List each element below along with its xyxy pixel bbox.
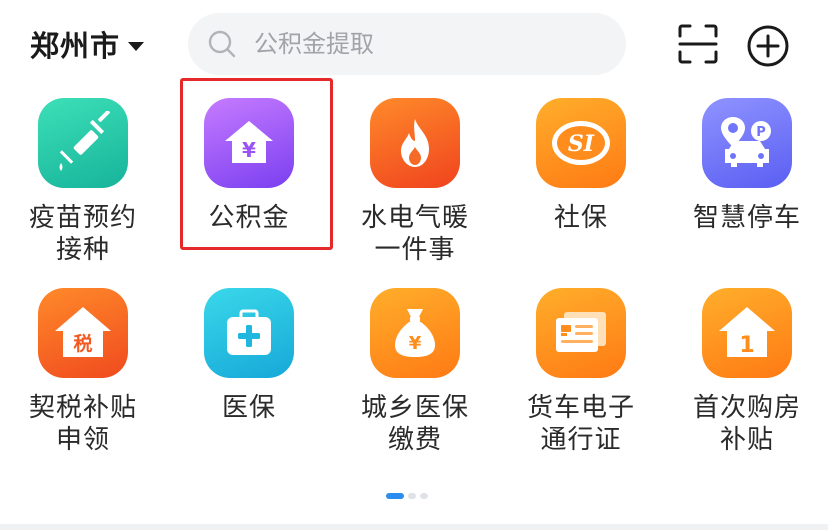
scan-icon[interactable]: [676, 22, 720, 66]
smart-parking-icon: P: [721, 117, 771, 167]
service-label: 医保: [221, 393, 276, 423]
tax-badge-text: 税: [73, 332, 92, 355]
service-tile: P: [702, 98, 792, 188]
city-selector[interactable]: 郑州市: [30, 24, 145, 64]
page-dot-active: [386, 493, 404, 499]
service-tile: [370, 98, 460, 188]
service-label: 契税补贴 申领: [28, 393, 137, 455]
money-bag-icon: ¥: [395, 309, 435, 357]
first-house-badge-text: 1: [739, 333, 754, 358]
social-security-icon: SI: [552, 121, 610, 165]
service-item-first-house-subsidy[interactable]: 1 首次购房 补贴: [664, 280, 828, 470]
page-dot: [408, 493, 416, 499]
service-label: 智慧停车: [692, 203, 801, 233]
city-name: 郑州市: [30, 29, 121, 63]
add-icon[interactable]: [746, 24, 790, 68]
service-item-medical-insurance[interactable]: 医保: [166, 280, 332, 470]
search-input[interactable]: [254, 30, 594, 58]
syringe-icon: [59, 111, 110, 171]
house-yuan-icon: ¥: [225, 121, 273, 163]
service-label: 货车电子 通行证: [526, 393, 635, 455]
parking-badge-text: P: [756, 125, 766, 140]
svg-text:¥: ¥: [409, 333, 422, 354]
service-tile: 1: [702, 288, 792, 378]
medical-kit-icon: [227, 309, 271, 355]
search-icon: [208, 30, 236, 58]
svg-text:¥: ¥: [242, 138, 256, 162]
service-tile: ¥: [204, 98, 294, 188]
service-label: 社保: [553, 203, 608, 233]
service-item-housing-fund[interactable]: ¥ 公积金: [166, 90, 332, 280]
social-security-badge-text: SI: [568, 131, 595, 157]
tax-house-icon: 税: [55, 307, 111, 357]
service-tile: 税: [38, 288, 128, 378]
service-label: 城乡医保 缴费: [360, 393, 469, 455]
page-indicator: [386, 493, 428, 499]
service-item-social-security[interactable]: SI 社保: [498, 90, 664, 280]
service-item-utilities[interactable]: 水电气暖 一件事: [332, 90, 498, 280]
service-label: 疫苗预约 接种: [28, 203, 137, 265]
service-item-truck-pass[interactable]: 货车电子 通行证: [498, 280, 664, 470]
service-item-smart-parking[interactable]: P 智慧停车: [664, 90, 828, 280]
service-label: 公积金: [208, 203, 290, 233]
service-label: 水电气暖 一件事: [360, 203, 469, 265]
divider: [0, 524, 828, 530]
service-item-deed-tax-subsidy[interactable]: 税 契税补贴 申领: [0, 280, 166, 470]
service-tile: [536, 288, 626, 378]
service-tile: ¥: [370, 288, 460, 378]
service-tile: SI: [536, 98, 626, 188]
truck-pass-icon: [556, 312, 606, 352]
flame-icon: [401, 119, 429, 167]
service-label: 首次购房 补贴: [692, 393, 801, 455]
service-item-vaccine[interactable]: 疫苗预约 接种: [0, 90, 166, 280]
caret-down-icon: [128, 41, 145, 51]
service-tile: [204, 288, 294, 378]
search-bar[interactable]: [188, 13, 626, 75]
service-item-medical-payment[interactable]: ¥ 城乡医保 缴费: [332, 280, 498, 470]
first-house-icon: 1: [719, 307, 775, 358]
service-tile: [38, 98, 128, 188]
top-bar: 郑州市: [0, 0, 828, 90]
page-dot: [420, 493, 428, 499]
